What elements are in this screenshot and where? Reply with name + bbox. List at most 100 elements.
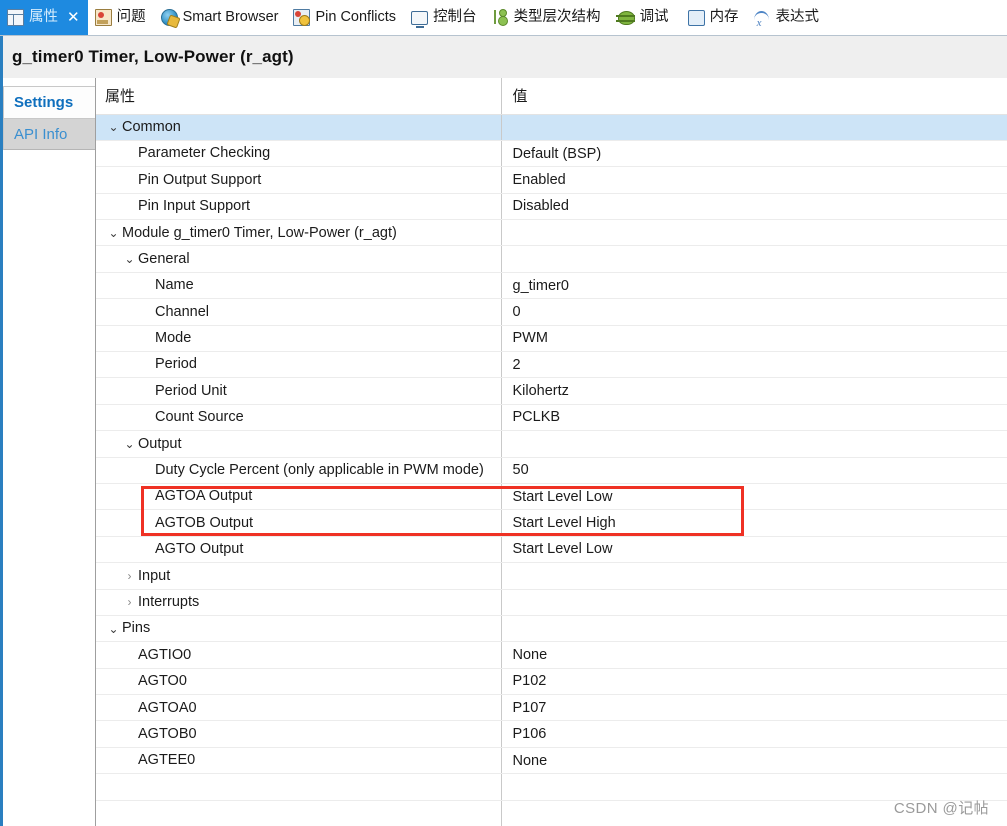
property-cell[interactable]: Period xyxy=(96,351,501,379)
table-row[interactable]: Period Unit Kilohertz xyxy=(96,377,1007,405)
property-cell[interactable]: › Input xyxy=(96,562,501,590)
table-row[interactable]: Pin Output Support Enabled xyxy=(96,166,1007,194)
property-cell[interactable]: Parameter Checking xyxy=(96,140,501,168)
table-row[interactable]: Pin Input Support Disabled xyxy=(96,193,1007,221)
sidebar-item-settings[interactable]: Settings xyxy=(3,86,95,118)
value-cell[interactable]: P102 xyxy=(500,668,1007,696)
property-cell[interactable]: Pin Input Support xyxy=(96,193,501,221)
property-cell[interactable]: AGTO Output xyxy=(96,536,501,564)
table-row[interactable]: Count Source PCLKB xyxy=(96,404,1007,432)
value-cell[interactable] xyxy=(500,245,1007,273)
property-cell[interactable]: ⌄ Output xyxy=(96,430,501,458)
property-cell[interactable] xyxy=(96,773,501,801)
table-row[interactable]: AGTO0 P102 xyxy=(96,668,1007,696)
table-row[interactable]: AGTIO0 None xyxy=(96,641,1007,669)
table-row[interactable] xyxy=(96,800,1007,826)
close-icon[interactable]: ✕ xyxy=(67,10,80,25)
property-cell[interactable]: ⌄ Module g_timer0 Timer, Low-Power (r_agt… xyxy=(96,219,501,247)
chevron-down-icon[interactable]: ⌄ xyxy=(121,438,138,450)
value-cell[interactable]: Start Level Low xyxy=(500,483,1007,511)
property-cell[interactable]: AGTOA Output xyxy=(96,483,501,511)
table-row[interactable]: ⌄ Common xyxy=(96,114,1007,141)
value-cell[interactable]: PWM xyxy=(500,325,1007,353)
property-cell[interactable] xyxy=(96,800,501,826)
property-cell[interactable]: Mode xyxy=(96,325,501,353)
tab-调试[interactable]: 调试 xyxy=(609,0,677,35)
value-cell[interactable]: 0 xyxy=(500,298,1007,326)
tab-内存[interactable]: 内存 xyxy=(677,0,747,35)
tab-Smart Browser[interactable]: Smart Browser xyxy=(154,0,287,35)
value-cell[interactable]: Start Level High xyxy=(500,509,1007,537)
property-cell[interactable]: Name xyxy=(96,272,501,300)
property-cell[interactable]: AGTOB0 xyxy=(96,720,501,748)
value-cell[interactable]: P107 xyxy=(500,694,1007,722)
table-row[interactable]: ⌄ Module g_timer0 Timer, Low-Power (r_agt… xyxy=(96,219,1007,247)
property-cell[interactable]: Count Source xyxy=(96,404,501,432)
property-cell[interactable]: AGTIO0 xyxy=(96,641,501,669)
chevron-right-icon[interactable]: › xyxy=(121,596,138,608)
value-cell[interactable]: 2 xyxy=(500,351,1007,379)
value-cell[interactable]: Enabled xyxy=(500,166,1007,194)
column-header-value[interactable]: 值 xyxy=(500,78,1007,115)
value-cell[interactable]: Default (BSP) xyxy=(500,140,1007,168)
chevron-right-icon[interactable]: › xyxy=(121,570,138,582)
chevron-down-icon[interactable]: ⌄ xyxy=(121,253,138,265)
table-row[interactable]: AGTOB Output Start Level High xyxy=(96,509,1007,537)
table-row[interactable]: › Interrupts xyxy=(96,589,1007,616)
tab-属性[interactable]: 属性 ✕ xyxy=(0,0,88,35)
chevron-down-icon[interactable]: ⌄ xyxy=(105,121,122,133)
property-cell[interactable]: AGTEE0 xyxy=(96,747,501,775)
table-row[interactable]: Mode PWM xyxy=(96,325,1007,353)
property-cell[interactable]: AGTOA0 xyxy=(96,694,501,722)
table-row[interactable]: AGTOA0 P107 xyxy=(96,694,1007,722)
tab-Pin Conflicts[interactable]: Pin Conflicts xyxy=(286,0,404,35)
table-row[interactable]: AGTO Output Start Level Low xyxy=(96,536,1007,564)
table-row[interactable]: Name g_timer0 xyxy=(96,272,1007,300)
property-cell[interactable]: Duty Cycle Percent (only applicable in P… xyxy=(96,457,501,484)
tab-问题[interactable]: 问题 xyxy=(88,0,154,35)
value-cell[interactable] xyxy=(500,589,1007,616)
value-cell[interactable] xyxy=(500,615,1007,643)
value-cell[interactable] xyxy=(500,114,1007,141)
property-cell[interactable]: Channel xyxy=(96,298,501,326)
value-cell[interactable]: None xyxy=(500,641,1007,669)
tab-控制台[interactable]: 控制台 xyxy=(404,0,485,35)
property-cell[interactable]: ⌄ General xyxy=(96,245,501,273)
value-cell[interactable] xyxy=(500,430,1007,458)
property-cell[interactable]: ⌄ Pins xyxy=(96,615,501,643)
column-header-property[interactable]: 属性 xyxy=(96,78,501,115)
value-cell[interactable]: None xyxy=(500,747,1007,775)
value-cell[interactable]: Kilohertz xyxy=(500,377,1007,405)
property-cell[interactable]: › Interrupts xyxy=(96,589,501,616)
sidebar-item-api-info[interactable]: API Info xyxy=(3,118,95,150)
value-cell[interactable]: g_timer0 xyxy=(500,272,1007,300)
table-row[interactable]: AGTEE0 None xyxy=(96,747,1007,775)
value-cell[interactable] xyxy=(500,219,1007,247)
table-row[interactable] xyxy=(96,773,1007,801)
property-cell[interactable]: Pin Output Support xyxy=(96,166,501,194)
chevron-down-icon[interactable]: ⌄ xyxy=(105,227,122,239)
table-row[interactable]: ⌄ General xyxy=(96,245,1007,273)
table-row[interactable]: Duty Cycle Percent (only applicable in P… xyxy=(96,457,1007,484)
property-cell[interactable]: AGTOB Output xyxy=(96,509,501,537)
value-cell[interactable]: PCLKB xyxy=(500,404,1007,432)
property-table-container[interactable]: 属性 值 ⌄ Common Parameter Checking Default (B… xyxy=(96,78,1007,826)
tab-表达式[interactable]: 表达式 xyxy=(747,0,828,35)
value-cell[interactable]: Start Level Low xyxy=(500,536,1007,564)
value-cell[interactable] xyxy=(500,562,1007,590)
table-row[interactable]: ⌄ Output xyxy=(96,430,1007,458)
table-row[interactable]: ⌄ Pins xyxy=(96,615,1007,643)
table-row[interactable]: Period 2 xyxy=(96,351,1007,379)
property-cell[interactable]: Period Unit xyxy=(96,377,501,405)
value-cell[interactable]: 50 xyxy=(500,457,1007,484)
value-cell[interactable]: Disabled xyxy=(500,193,1007,221)
tab-类型层次结构[interactable]: 类型层次结构 xyxy=(485,0,609,35)
table-row[interactable]: Parameter Checking Default (BSP) xyxy=(96,140,1007,168)
table-row[interactable]: › Input xyxy=(96,562,1007,590)
property-cell[interactable]: AGTO0 xyxy=(96,668,501,696)
property-cell[interactable]: ⌄ Common xyxy=(96,114,501,141)
value-cell[interactable]: P106 xyxy=(500,720,1007,748)
table-row[interactable]: AGTOB0 P106 xyxy=(96,720,1007,748)
table-row[interactable]: Channel 0 xyxy=(96,298,1007,326)
table-row[interactable]: AGTOA Output Start Level Low xyxy=(96,483,1007,511)
